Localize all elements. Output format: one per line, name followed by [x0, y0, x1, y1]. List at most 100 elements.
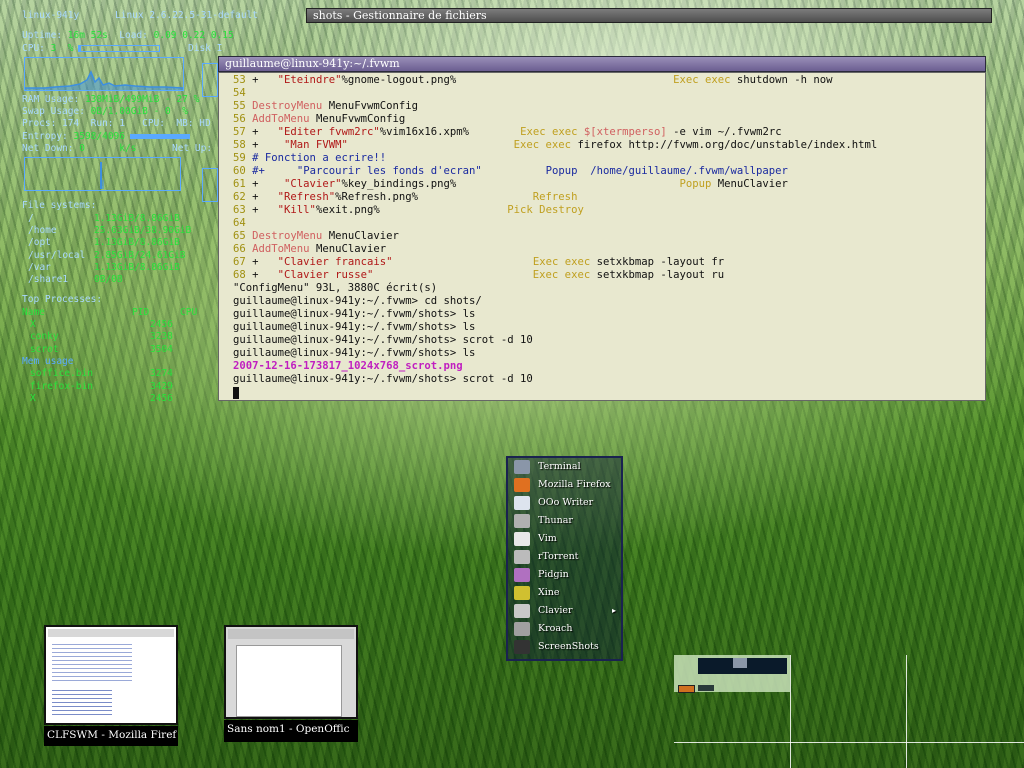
firefox-thumb-caption[interactable]: CLFSWM - Mozilla Firef	[44, 726, 178, 746]
menu-item-xine[interactable]: Xine	[508, 584, 621, 602]
disk-graph	[202, 63, 218, 97]
pager-current-desk[interactable]	[674, 655, 790, 693]
code-token: guillaume@linux-941y:~/.fvwm/shots> ls	[233, 308, 476, 320]
pager-mini-icon	[733, 658, 747, 668]
keyboard-icon	[514, 604, 530, 618]
line-number: 57	[233, 126, 246, 138]
pager-grid-line	[790, 655, 791, 768]
code-token: "Clavier russe"	[277, 269, 374, 281]
menu-item-pidgin[interactable]: Pidgin	[508, 566, 621, 584]
fs-mount: /var	[28, 261, 51, 273]
file-manager-title: shots - Gestionnaire de fichiers	[313, 9, 487, 22]
code-token: Refresh	[532, 191, 578, 203]
thumb-toolbar	[228, 629, 354, 639]
terminal-line: 53 + "Eteindre"%gnome-logout.png% Exec e…	[233, 74, 985, 87]
code-token: MenuFvwmConfig	[322, 100, 418, 112]
code-token: DestroyMenu	[252, 230, 323, 242]
code-token: AddToMenu	[252, 113, 310, 125]
xine-icon	[514, 586, 530, 600]
openoffice-thumb-caption[interactable]: Sans nom1 - OpenOffic	[224, 720, 358, 742]
prompt-line[interactable]	[233, 386, 985, 399]
code-token: "Kill"	[277, 204, 316, 216]
terminal-line: 64	[233, 217, 985, 230]
code-token: -e vim ~/.fvwm2rc	[666, 126, 782, 138]
terminal-window[interactable]: 53 + "Eteindre"%gnome-logout.png% Exec e…	[218, 72, 986, 401]
terminal-title: guillaume@linux-941y:~/.fvwm	[225, 57, 400, 70]
code-token: MenuClavier	[322, 230, 399, 242]
line-number: 66	[233, 243, 246, 255]
menu-item-label: Thunar	[538, 515, 573, 526]
code-token: %exit.png%	[315, 204, 508, 216]
code-token: DestroyMenu	[252, 100, 323, 112]
fs-mount: /opt	[28, 237, 51, 249]
menu-item-screenshots[interactable]: ScreenShots	[508, 638, 621, 656]
code-token: "Clavier francais"	[277, 256, 393, 268]
terminal-titlebar[interactable]: guillaume@linux-941y:~/.fvwm	[218, 56, 986, 72]
screenshot-icon	[514, 640, 530, 654]
top-header-cpu: CPU	[180, 306, 198, 318]
filesystems-label: File systems:	[22, 200, 97, 212]
netdown-graph	[24, 157, 181, 192]
fs-mount: /home	[28, 224, 57, 236]
pager-mini-window	[698, 685, 714, 691]
menu-item-rtorrent[interactable]: rTorrent	[508, 548, 621, 566]
thumb-page-links	[52, 687, 112, 717]
code-token: Exec exec	[513, 139, 572, 151]
process-pid: 3274	[150, 368, 173, 380]
code-token: setxkbmap -layout fr	[590, 256, 725, 268]
line-number: 64	[233, 217, 246, 229]
line-number: 54	[233, 87, 246, 99]
load-label: Load:	[119, 30, 148, 42]
writer-icon	[514, 496, 530, 510]
top-header-name: Name	[22, 306, 45, 318]
entropy-label: Entropy:	[22, 130, 68, 142]
process-name: firefox-bin	[30, 380, 93, 392]
thumb-document	[236, 645, 342, 717]
terminal-line: 55 DestroyMenu MenuFvwmConfig	[233, 100, 985, 113]
code-token: 2007-12-16-173817_1024x768_scrot.png	[233, 360, 463, 372]
menu-item-label: Xine	[538, 587, 560, 598]
menu-item-ooo-writer[interactable]: OOo Writer	[508, 494, 621, 512]
menu-item-mozilla-firefox[interactable]: Mozilla Firefox	[508, 476, 621, 494]
menu-item-clavier[interactable]: Clavier ▸	[508, 602, 621, 620]
terminal-line: guillaume@linux-941y:~/.fvwm/shots> scro…	[233, 373, 985, 386]
terminal-line: 57 + "Editer fvwm2rc"%vim16x16.xpm% Exec…	[233, 126, 985, 139]
menu-item-label: Mozilla Firefox	[538, 479, 611, 490]
code-token: "Parcourir les fonds d'ecran"	[296, 165, 482, 177]
line-number: 55	[233, 100, 246, 112]
code-token: %key_bindings.png%	[341, 178, 680, 190]
kernel-version: Linux 2.6.22.5-31-default	[115, 10, 258, 21]
firefox-icon	[514, 478, 530, 492]
code-token: %Refresh.png%	[335, 191, 533, 203]
openoffice-thumbnail[interactable]	[224, 625, 358, 719]
code-token: MenuClavier	[309, 243, 387, 255]
process-name: soffice.bin	[30, 368, 93, 380]
cpu-label: CPU:	[22, 42, 45, 54]
submenu-arrow-icon: ▸	[611, 606, 616, 615]
swap-label: Swap Usage:	[22, 106, 85, 118]
menu-item-terminal[interactable]: Terminal	[508, 458, 621, 476]
line-number: 60	[233, 165, 246, 177]
menu-item-thunar[interactable]: Thunar	[508, 512, 621, 530]
ram-value: 138MiB/499MiB - 27 %	[84, 93, 200, 105]
terminal-line: "ConfigMenu" 93L, 3880C écrit(s)	[233, 282, 985, 295]
code-token: Exec exec	[532, 269, 591, 281]
terminal-line: 65 DestroyMenu MenuClavier	[233, 230, 985, 243]
code-token: firefox http://fvwm.org/doc/unstable/ind…	[571, 139, 878, 151]
firefox-thumbnail[interactable]	[44, 625, 178, 725]
root-menu[interactable]: Terminal Mozilla Firefox OOo Writer Thunar V…	[506, 456, 623, 661]
desktop-pager[interactable]	[674, 655, 1024, 768]
code-token: +	[252, 204, 278, 216]
terminal-icon	[514, 460, 530, 474]
fs-usage: 2.85GiB/24.61GiB	[94, 249, 186, 261]
menu-item-kroach[interactable]: Kroach	[508, 620, 621, 638]
file-manager-titlebar[interactable]: shots - Gestionnaire de fichiers	[306, 8, 992, 23]
menu-item-label: ScreenShots	[538, 641, 599, 652]
process-pid: 2456	[150, 392, 173, 404]
code-token: $[xtermperso]	[583, 126, 667, 138]
fs-usage: 25.63GiB/38.90GiB	[94, 224, 192, 236]
terminal-line: 59 # Fonction a ecrire!!	[233, 152, 985, 165]
menu-item-vim[interactable]: Vim	[508, 530, 621, 548]
